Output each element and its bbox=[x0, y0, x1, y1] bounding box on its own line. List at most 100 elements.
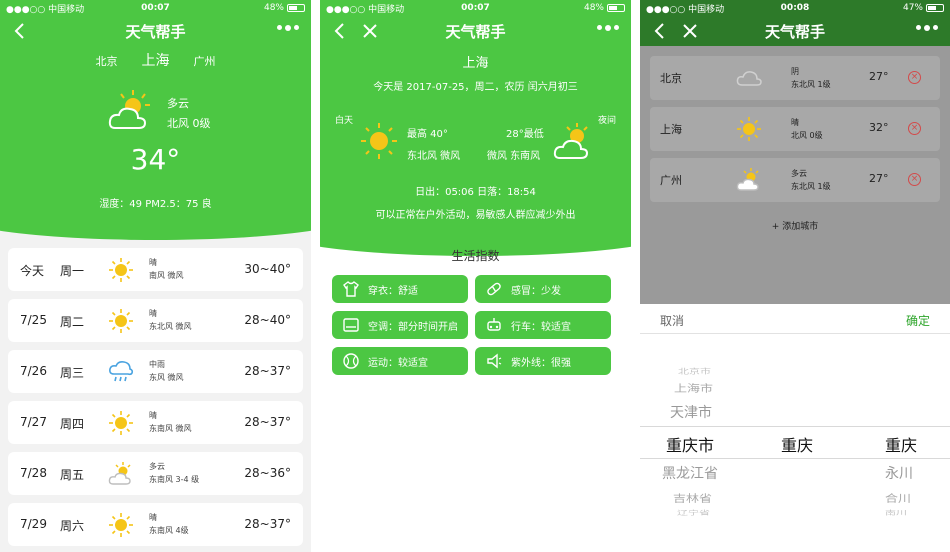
high-temp: 最高 40° bbox=[407, 129, 448, 140]
ball-icon bbox=[342, 352, 360, 370]
night-label: 夜间 bbox=[597, 116, 616, 126]
picker-option[interactable]: 黑龙江省 bbox=[662, 463, 718, 483]
air-quality: 湿度：49 PM2.5：75 良 bbox=[99, 199, 212, 210]
picker-option[interactable]: 南川 bbox=[885, 509, 907, 518]
forecast-wind: 东北风 微风 bbox=[149, 322, 192, 331]
picker-option[interactable]: 北京市 bbox=[678, 366, 711, 376]
page-title: 天气帮手 bbox=[764, 22, 825, 41]
life-index-button[interactable]: 运动：较适宜 bbox=[332, 347, 468, 375]
delete-icon[interactable]: × bbox=[908, 71, 921, 84]
life-index-button[interactable]: 空调：部分时间开启 bbox=[332, 311, 468, 339]
screen-city-weather: ●●●○○ 中国移动 00:07 48% 天气帮手 北京 上海 广州 多云 北风… bbox=[0, 0, 311, 552]
forecast-row[interactable]: 7/27 周四 晴东南风 微风 28~37° bbox=[8, 401, 303, 444]
forecast-date: 7/26 bbox=[20, 364, 47, 378]
health-advice: 可以正常在户外活动，易敏感人群应减少外出 bbox=[375, 210, 576, 221]
city-condition: 晴 bbox=[791, 118, 799, 127]
picker-option[interactable]: 上海市 bbox=[674, 380, 713, 395]
more-icon[interactable] bbox=[597, 24, 619, 31]
picker-option[interactable]: 永川 bbox=[885, 463, 913, 483]
city-wind: 北风 0级 bbox=[791, 131, 823, 140]
forecast-temp: 28~36° bbox=[244, 466, 291, 480]
life-index-label: 穿衣：舒适 bbox=[368, 285, 418, 297]
forecast-row[interactable]: 7/28 周五 多云 东南风 3-4 级 28~36° bbox=[8, 452, 303, 495]
sun-icon bbox=[108, 512, 134, 538]
forecast-wind: 东南风 4级 bbox=[149, 526, 189, 535]
more-icon[interactable] bbox=[916, 24, 938, 31]
life-index-label: 行车：较适宜 bbox=[511, 321, 571, 333]
car-icon bbox=[485, 316, 503, 334]
status-time: 00:07 bbox=[141, 3, 170, 13]
saved-city-list: 北京阴东北风 1级 27° × 上海晴北风 0级 32° × 广州 多云 东北风 1级 27° × bbox=[650, 56, 940, 209]
life-index-button[interactable]: 穿衣：舒适 bbox=[332, 275, 468, 303]
life-index-label: 空调：部分时间开启 bbox=[368, 321, 458, 333]
city-tab-guangzhou[interactable]: 广州 bbox=[194, 53, 216, 69]
saved-city-row[interactable]: 广州 多云 东北风 1级 27° × bbox=[650, 158, 940, 202]
forecast-date: 7/29 bbox=[20, 517, 47, 531]
forecast-condition: 晴 bbox=[149, 513, 157, 522]
forecast-condition: 中雨 bbox=[149, 360, 165, 369]
saved-city-row[interactable]: 上海 晴北风 0级 32° × bbox=[650, 107, 940, 151]
rain-icon bbox=[108, 359, 134, 385]
delete-icon[interactable]: × bbox=[908, 173, 921, 186]
cloud-sun-icon bbox=[736, 167, 762, 193]
forecast-wind: 东南风 微风 bbox=[149, 424, 192, 433]
life-index-button[interactable]: 紫外线：很强 bbox=[475, 347, 611, 375]
low-temp: 28°最低 bbox=[506, 129, 544, 140]
life-index-grid: 穿衣：舒适 感冒：少发空调：部分时间开启 行车：较适宜运动：较适宜 紫外线：很强 bbox=[332, 275, 611, 375]
region-picker[interactable]: 北京市 上海市 天津市 重庆市 重庆 重庆 黑龙江省 吉林省 辽宁省 永川 合川… bbox=[640, 334, 950, 552]
city-temp: 32° bbox=[869, 121, 889, 134]
screen-city-manager: ●●●○○ 中国移动 00:08 47% 天气帮手 北京阴东北风 1级 27° × 上… bbox=[640, 0, 950, 552]
sun-icon bbox=[361, 123, 397, 159]
city-name: 上海 bbox=[462, 56, 489, 71]
nav-bar: 天气帮手 bbox=[0, 16, 311, 46]
city-switcher: 北京 上海 广州 bbox=[0, 50, 311, 70]
status-time: 00:07 bbox=[461, 3, 490, 13]
saved-city-row[interactable]: 北京 阴东北风 1级 27° × bbox=[650, 56, 940, 100]
city-tab-shanghai[interactable]: 上海 bbox=[142, 50, 170, 70]
city-name: 北京 bbox=[660, 72, 682, 85]
city-condition: 阴 bbox=[791, 67, 799, 76]
forecast-row[interactable]: 7/29 周六 晴东南风 4级 28~37° bbox=[8, 503, 303, 546]
more-icon[interactable] bbox=[277, 24, 299, 31]
city-tab-beijing[interactable]: 北京 bbox=[96, 53, 118, 69]
forecast-temp: 28~37° bbox=[244, 517, 291, 531]
shirt-icon bbox=[342, 280, 360, 298]
life-index-button[interactable]: 感冒：少发 bbox=[475, 275, 611, 303]
forecast-condition: 晴 bbox=[149, 258, 157, 267]
nav-bar: 天气帮手 bbox=[320, 16, 631, 46]
forecast-row[interactable]: 7/25 周二 晴东北风 微风 28~40° bbox=[8, 299, 303, 342]
city-condition: 多云 bbox=[791, 169, 807, 178]
confirm-button[interactable]: 确定 bbox=[906, 312, 930, 329]
forecast-weekday: 周六 bbox=[60, 519, 85, 533]
sun-icon bbox=[108, 257, 134, 283]
cloud-sun-icon bbox=[553, 123, 589, 159]
status-time: 00:08 bbox=[780, 3, 810, 13]
picker-option[interactable]: 合川 bbox=[885, 490, 911, 505]
delete-icon[interactable]: × bbox=[908, 122, 921, 135]
life-index-label: 紫外线：很强 bbox=[511, 357, 571, 369]
day-label: 白天 bbox=[335, 116, 354, 126]
forecast-row[interactable]: 7/26 周三 中雨 东风 微风 28~37° bbox=[8, 350, 303, 393]
life-index-title: 生活指数 bbox=[451, 249, 500, 263]
forecast-weekday: 周一 bbox=[60, 264, 85, 278]
cancel-button[interactable]: 取消 bbox=[660, 312, 684, 329]
forecast-row[interactable]: 今天 周一 晴南风 微风 30~40° bbox=[8, 248, 303, 291]
current-temperature: 34° bbox=[130, 143, 181, 176]
picker-selected-city[interactable]: 重庆 bbox=[781, 432, 813, 456]
add-city-button[interactable]: + 添加城市 bbox=[640, 219, 950, 232]
forecast-weekday: 周三 bbox=[60, 366, 85, 380]
picker-option[interactable]: 吉林省 bbox=[673, 490, 712, 505]
picker-selected-district[interactable]: 重庆 bbox=[885, 432, 917, 456]
pill-icon bbox=[485, 280, 503, 298]
picker-selected-province[interactable]: 重庆市 bbox=[666, 432, 714, 456]
status-bar: ●●●○○ 中国移动 00:08 47% bbox=[640, 0, 950, 16]
picker-option[interactable]: 辽宁省 bbox=[677, 509, 710, 518]
nav-bar: 天气帮手 bbox=[640, 16, 950, 46]
life-index-button[interactable]: 行车：较适宜 bbox=[475, 311, 611, 339]
forecast-temp: 30~40° bbox=[244, 262, 291, 276]
forecast-temp: 28~40° bbox=[244, 313, 291, 327]
status-bar: ●●●○○ 中国移动 00:07 48% bbox=[320, 0, 631, 16]
sun-icon bbox=[108, 410, 134, 436]
picker-option[interactable]: 天津市 bbox=[670, 402, 712, 422]
city-wind: 东北风 1级 bbox=[791, 80, 831, 89]
